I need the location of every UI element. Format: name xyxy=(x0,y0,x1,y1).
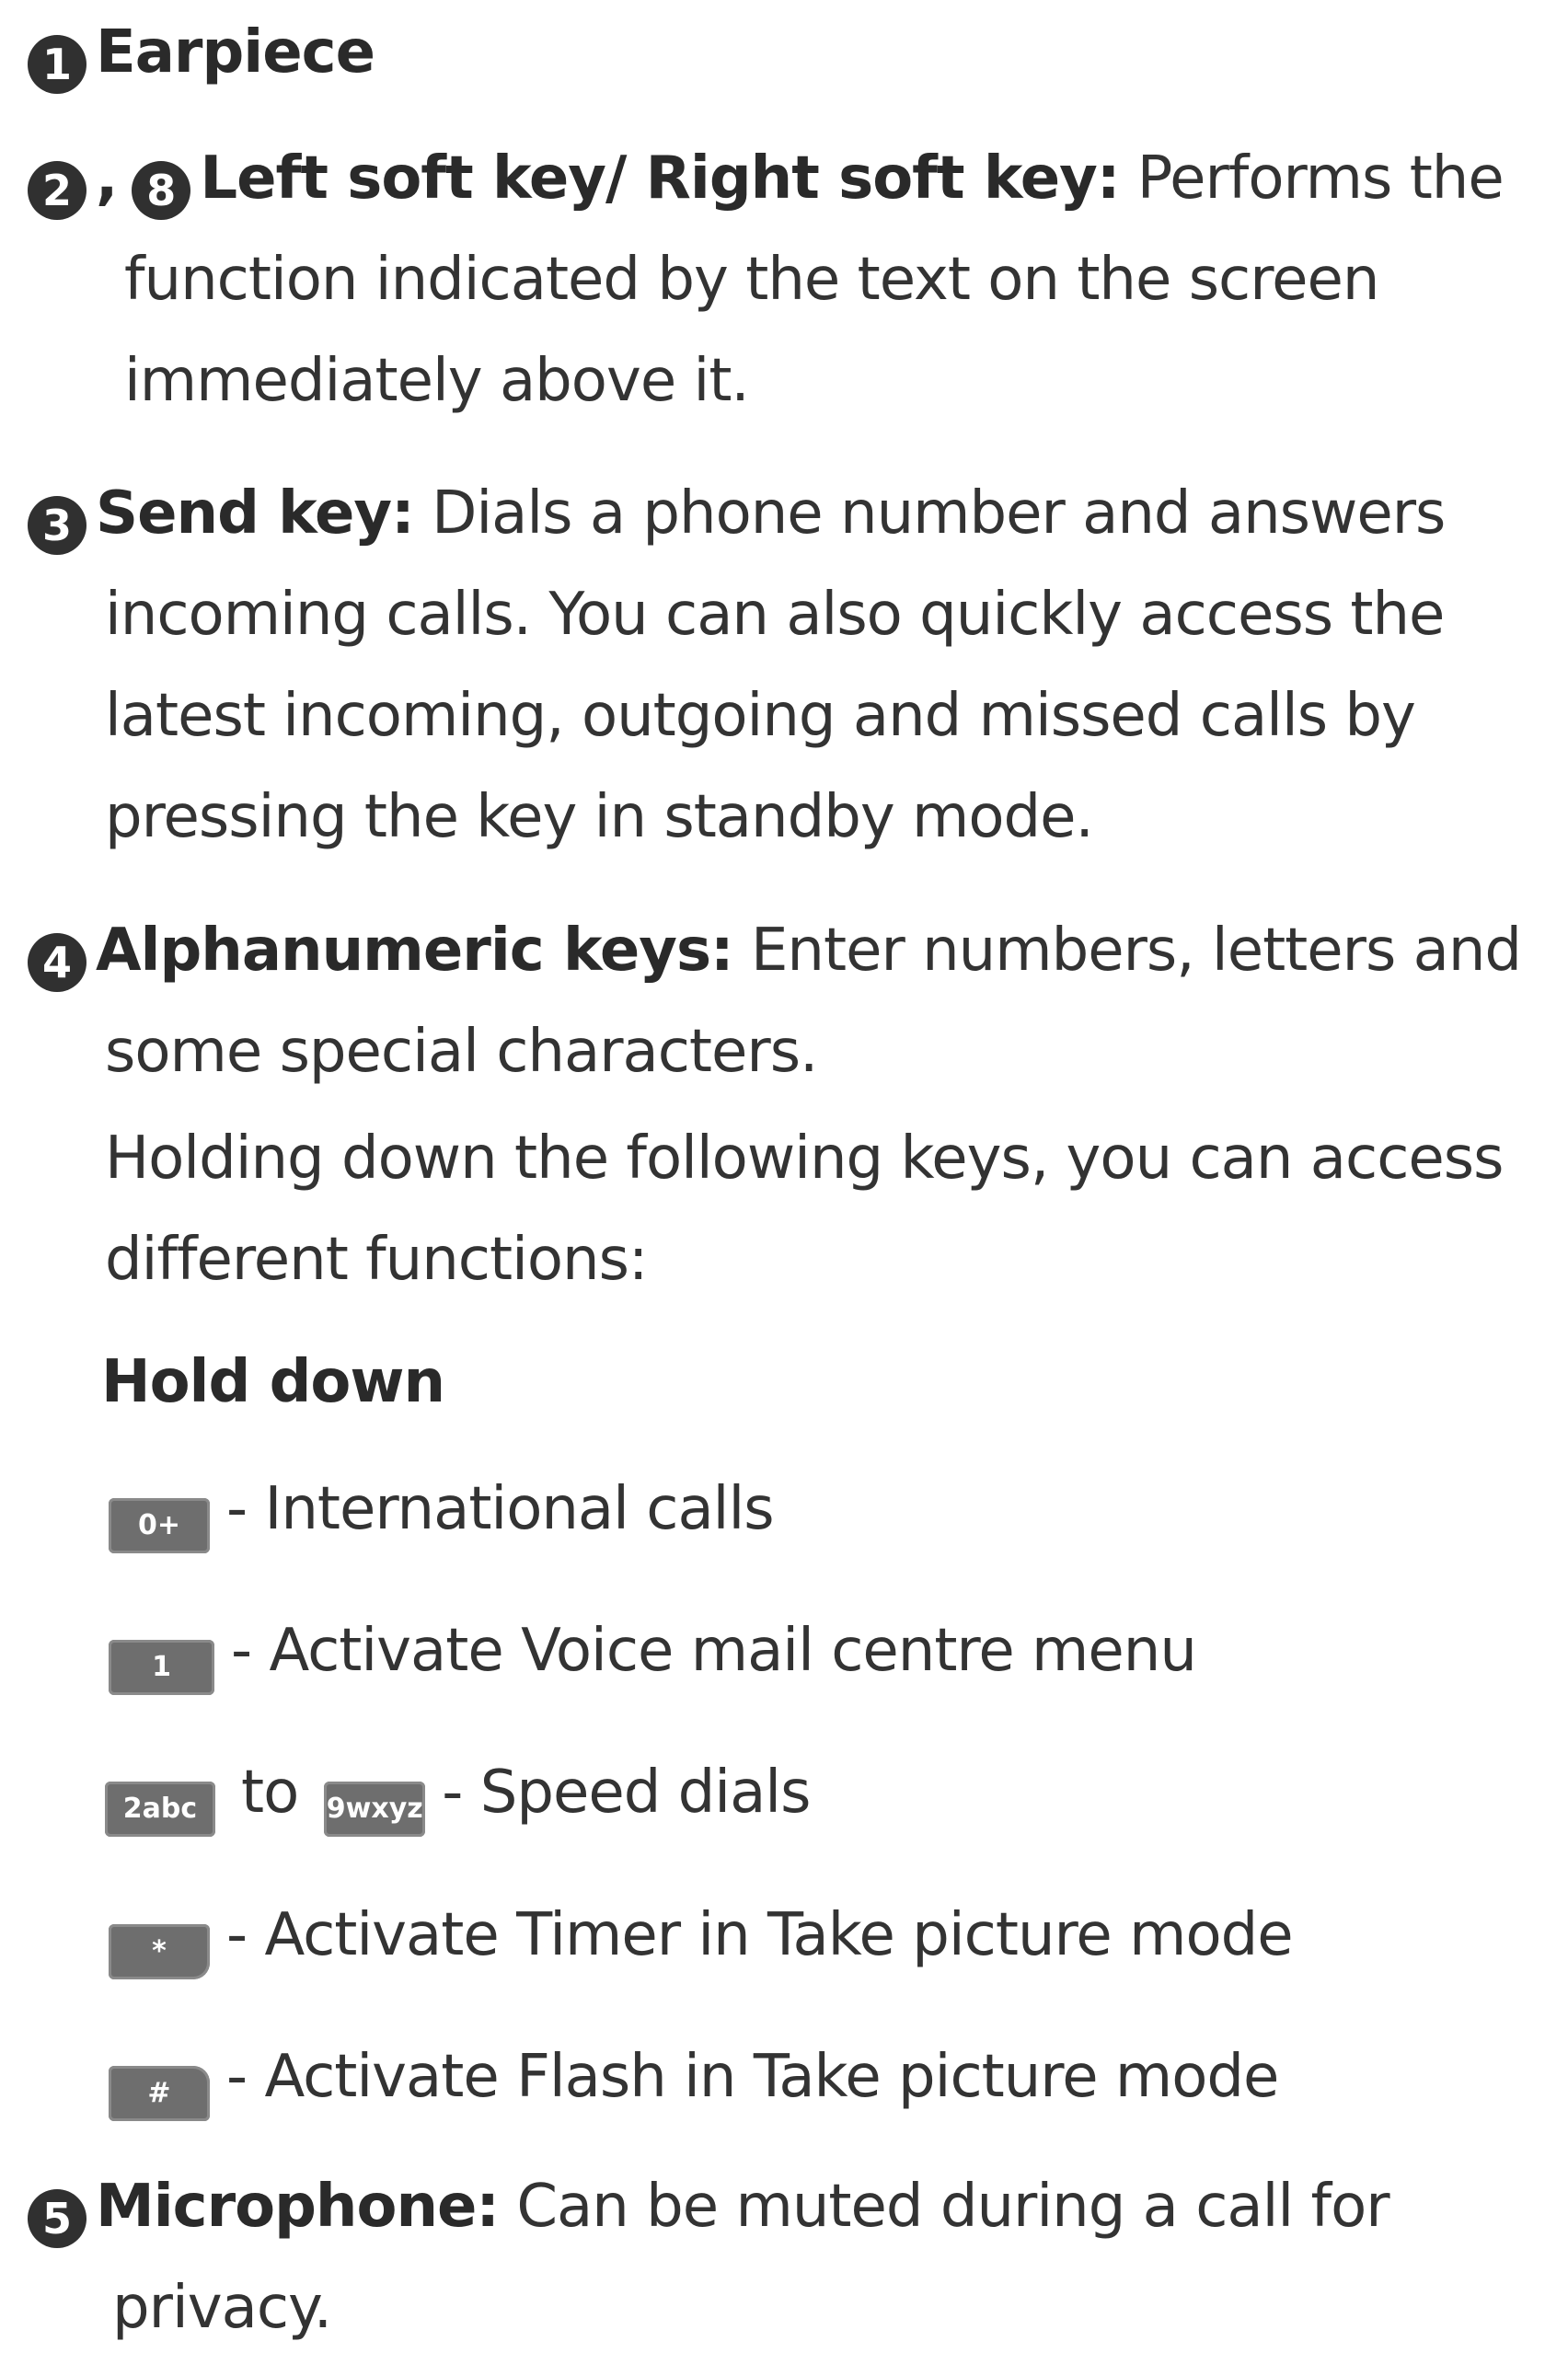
earpiece-title: Earpiece xyxy=(96,18,375,87)
item-send-key: 3 Send key: Dials a phone number and answ… xyxy=(28,477,1446,555)
alphanumeric-desc-line-2: some special characters. xyxy=(105,1018,818,1086)
number-badge-4: 4 xyxy=(28,933,86,992)
zero-plus-key-icon: 0+ xyxy=(109,1498,210,1553)
send-key-title: Send key: xyxy=(96,479,415,548)
hold-down-heading: Hold down xyxy=(101,1348,445,1416)
alphanumeric-desc-line-4: different functions: xyxy=(105,1226,648,1294)
item-alphanumeric-keys: 4 Alphanumeric keys: Enter numbers, lette… xyxy=(28,914,1522,992)
microphone-title: Microphone: xyxy=(96,2173,500,2241)
item-microphone: 5 Microphone: Can be muted during a call … xyxy=(28,2170,1390,2248)
alphanumeric-desc-line-1: Enter numbers, letters and xyxy=(750,917,1522,985)
send-key-desc-line-4: pressing the key in standby mode. xyxy=(105,783,1094,851)
star-key-icon: * xyxy=(109,1924,210,1979)
hold-item-to-text: to xyxy=(241,1759,299,1827)
number-badge-8: 8 xyxy=(132,161,191,220)
hash-key-icon: # xyxy=(109,2066,210,2121)
microphone-desc-line-2: privacy. xyxy=(112,2274,332,2342)
one-key-icon: 1 xyxy=(109,1640,214,1695)
soft-keys-desc-line-3: immediately above it. xyxy=(124,347,750,415)
item-soft-keys: 2, 8 Left soft key/ Right soft key: Perfor… xyxy=(28,142,1505,220)
hold-item-international-text: - International calls xyxy=(226,1475,775,1543)
soft-keys-title: Left soft key/ Right soft key: xyxy=(200,144,1120,213)
microphone-desc-line-1: Can be muted during a call for xyxy=(516,2173,1389,2241)
hold-item-voicemail: 1 - Activate Voice mail centre menu xyxy=(109,1614,1197,1695)
number-badge-1: 1 xyxy=(28,35,86,94)
two-abc-key-icon: 2abc xyxy=(105,1782,215,1837)
hold-item-timer-text: - Activate Timer in Take picture mode xyxy=(226,1901,1294,1969)
number-badge-5: 5 xyxy=(28,2189,86,2248)
manual-page: 1 Earpiece 2, 8 Left soft key/ Right soft k… xyxy=(0,0,1568,2353)
number-badge-3: 3 xyxy=(28,496,86,555)
alphanumeric-keys-title: Alphanumeric keys: xyxy=(96,917,734,985)
item-earpiece: 1 Earpiece xyxy=(28,16,375,94)
hold-item-flash: # - Activate Flash in Take picture mode xyxy=(109,2040,1279,2121)
comma-separator: , xyxy=(96,144,118,213)
hold-item-speed-dials: 2abc to 9wxyz - Speed dials xyxy=(105,1756,811,1837)
hold-item-voicemail-text: - Activate Voice mail centre menu xyxy=(231,1617,1197,1685)
alphanumeric-desc-line-3: Holding down the following keys, you can… xyxy=(105,1125,1504,1193)
send-key-desc-line-1: Dials a phone number and answers xyxy=(432,479,1446,548)
hold-item-timer: * - Activate Timer in Take picture mode xyxy=(109,1898,1294,1979)
send-key-desc-line-3: latest incoming, outgoing and missed cal… xyxy=(105,682,1416,750)
number-badge-2: 2 xyxy=(28,161,86,220)
hold-item-speed-dials-text: - Speed dials xyxy=(442,1759,811,1827)
soft-keys-desc-line-2: function indicated by the text on the sc… xyxy=(124,246,1379,314)
hold-item-flash-text: - Activate Flash in Take picture mode xyxy=(226,2043,1279,2111)
hold-item-international: 0+ - International calls xyxy=(109,1472,775,1553)
soft-keys-desc-line-1: Performs the xyxy=(1136,144,1505,213)
send-key-desc-line-2: incoming calls. You can also quickly acc… xyxy=(105,581,1445,649)
nine-wxyz-key-icon: 9wxyz xyxy=(324,1782,426,1837)
